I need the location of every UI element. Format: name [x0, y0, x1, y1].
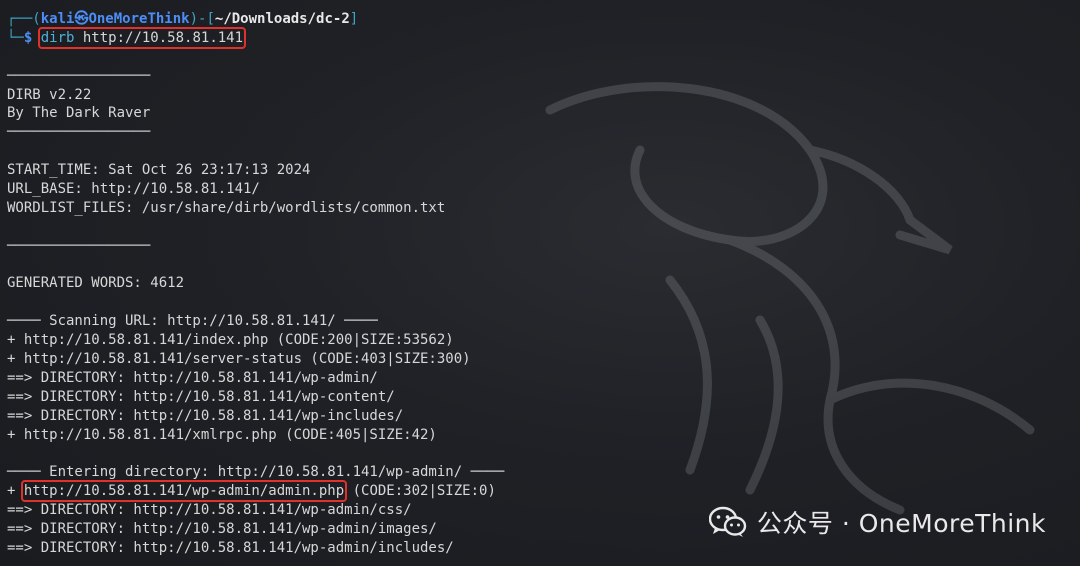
- prompt-user: kali: [40, 11, 75, 27]
- directory-line: ==> DIRECTORY: http://10.58.81.141/wp-co…: [7, 388, 395, 405]
- prompt-frame-mid: )-[: [189, 11, 215, 27]
- directory-line: ==> DIRECTORY: http://10.58.81.141/wp-in…: [7, 407, 404, 424]
- wechat-icon: [708, 506, 747, 537]
- command-highlight: dirb http://10.58.81.141: [37, 26, 247, 49]
- result-line: + http://10.58.81.141/xmlrpc.php (CODE:4…: [7, 426, 437, 443]
- prompt-cwd: ~/Downloads/dc-2: [214, 11, 350, 27]
- separator-rule: ─────────────────: [7, 67, 151, 84]
- url-base: URL_BASE: http://10.58.81.141/: [7, 181, 260, 198]
- scanning-url-header: ──── Scanning URL: http://10.58.81.141/ …: [7, 313, 378, 330]
- prompt-frame-prefix: └─: [7, 29, 24, 46]
- separator-rule: ─────────────────: [7, 237, 151, 254]
- wechat-watermark: 公众号 · OneMoreThink: [708, 504, 1046, 540]
- entering-directory-header: ──── Entering directory: http://10.58.81…: [7, 464, 505, 481]
- command-line[interactable]: └─$ dirb http://10.58.81.141: [7, 26, 1080, 49]
- result-prefix: +: [7, 483, 24, 500]
- terminal-output: ┌──(kali㉿OneMoreThink)-[~/Downloads/dc-2…: [7, 10, 1080, 558]
- wordlist-files: WORDLIST_FILES: /usr/share/dirb/wordlist…: [7, 199, 446, 216]
- command-name: dirb: [40, 29, 75, 46]
- admin-php-url-highlight: http://10.58.81.141/wp-admin/admin.php: [20, 480, 348, 503]
- prompt-at-symbol: ㉿: [74, 11, 89, 27]
- generated-words: GENERATED WORDS: 4612: [7, 275, 185, 292]
- directory-line: ==> DIRECTORY: http://10.58.81.141/wp-ad…: [7, 539, 454, 556]
- banner-version: DIRB v2.22: [7, 86, 92, 103]
- result-status: (CODE:302|SIZE:0): [344, 483, 496, 500]
- banner-author: By The Dark Raver: [7, 105, 151, 122]
- separator-rule: ─────────────────: [7, 124, 151, 141]
- result-line: + http://10.58.81.141/index.php (CODE:20…: [7, 332, 454, 349]
- command-args: http://10.58.81.141: [74, 29, 244, 46]
- result-line: + http://10.58.81.141/server-status (COD…: [7, 351, 471, 368]
- prompt-frame: ┌──(: [7, 11, 41, 27]
- start-time: START_TIME: Sat Oct 26 23:17:13 2024: [7, 162, 311, 179]
- result-line-highlighted: + http://10.58.81.141/wp-admin/admin.php…: [7, 480, 1080, 503]
- prompt-host: OneMoreThink: [88, 11, 190, 27]
- watermark-text: 公众号 · OneMoreThink: [756, 509, 1046, 538]
- terminal-window[interactable]: ┌──(kali㉿OneMoreThink)-[~/Downloads/dc-2…: [0, 0, 1080, 566]
- prompt-header: ┌──(kali㉿OneMoreThink)-[~/Downloads/dc-2…: [7, 10, 1080, 29]
- directory-line: ==> DIRECTORY: http://10.58.81.141/wp-ad…: [7, 369, 378, 386]
- prompt-symbol: $: [23, 29, 33, 46]
- prompt-frame-close: ]: [349, 11, 359, 27]
